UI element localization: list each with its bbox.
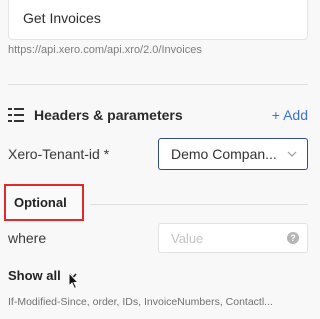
param-label: where [8,230,47,246]
show-all-toggle[interactable]: Show all [8,268,77,283]
list-icon [8,108,24,122]
divider [90,204,308,205]
value-placeholder: Value [171,230,204,246]
headers-parameters-header: Headers & parameters + Add [8,103,308,127]
tenant-select[interactable]: Demo Compan... [158,138,308,170]
optional-params-hint: If-Modified-Since, order, IDs, InvoiceNu… [8,296,273,308]
chevron-down-icon [287,151,297,157]
param-row-xero-tenant-id: Xero-Tenant-id * Demo Compan... [8,138,308,170]
request-name-value: Get Invoices [23,10,101,26]
param-label: Xero-Tenant-id * [8,146,110,162]
request-name-input[interactable]: Get Invoices [8,0,308,40]
add-parameter-button[interactable]: + Add [272,107,308,123]
endpoint-url: https://api.xero.com/api.xro/2.0/Invoice… [8,44,202,56]
section-title: Headers & parameters [34,107,183,123]
tenant-select-value: Demo Compan... [171,146,277,162]
show-all-label: Show all [8,268,61,283]
mouse-cursor-icon [68,272,80,290]
where-value-input[interactable]: Value ? [158,223,308,253]
divider [8,84,308,85]
optional-section-title: Optional [4,184,84,221]
help-icon[interactable]: ? [287,232,299,244]
optional-label: Optional [14,195,67,210]
param-row-where: where Value ? [8,223,308,253]
